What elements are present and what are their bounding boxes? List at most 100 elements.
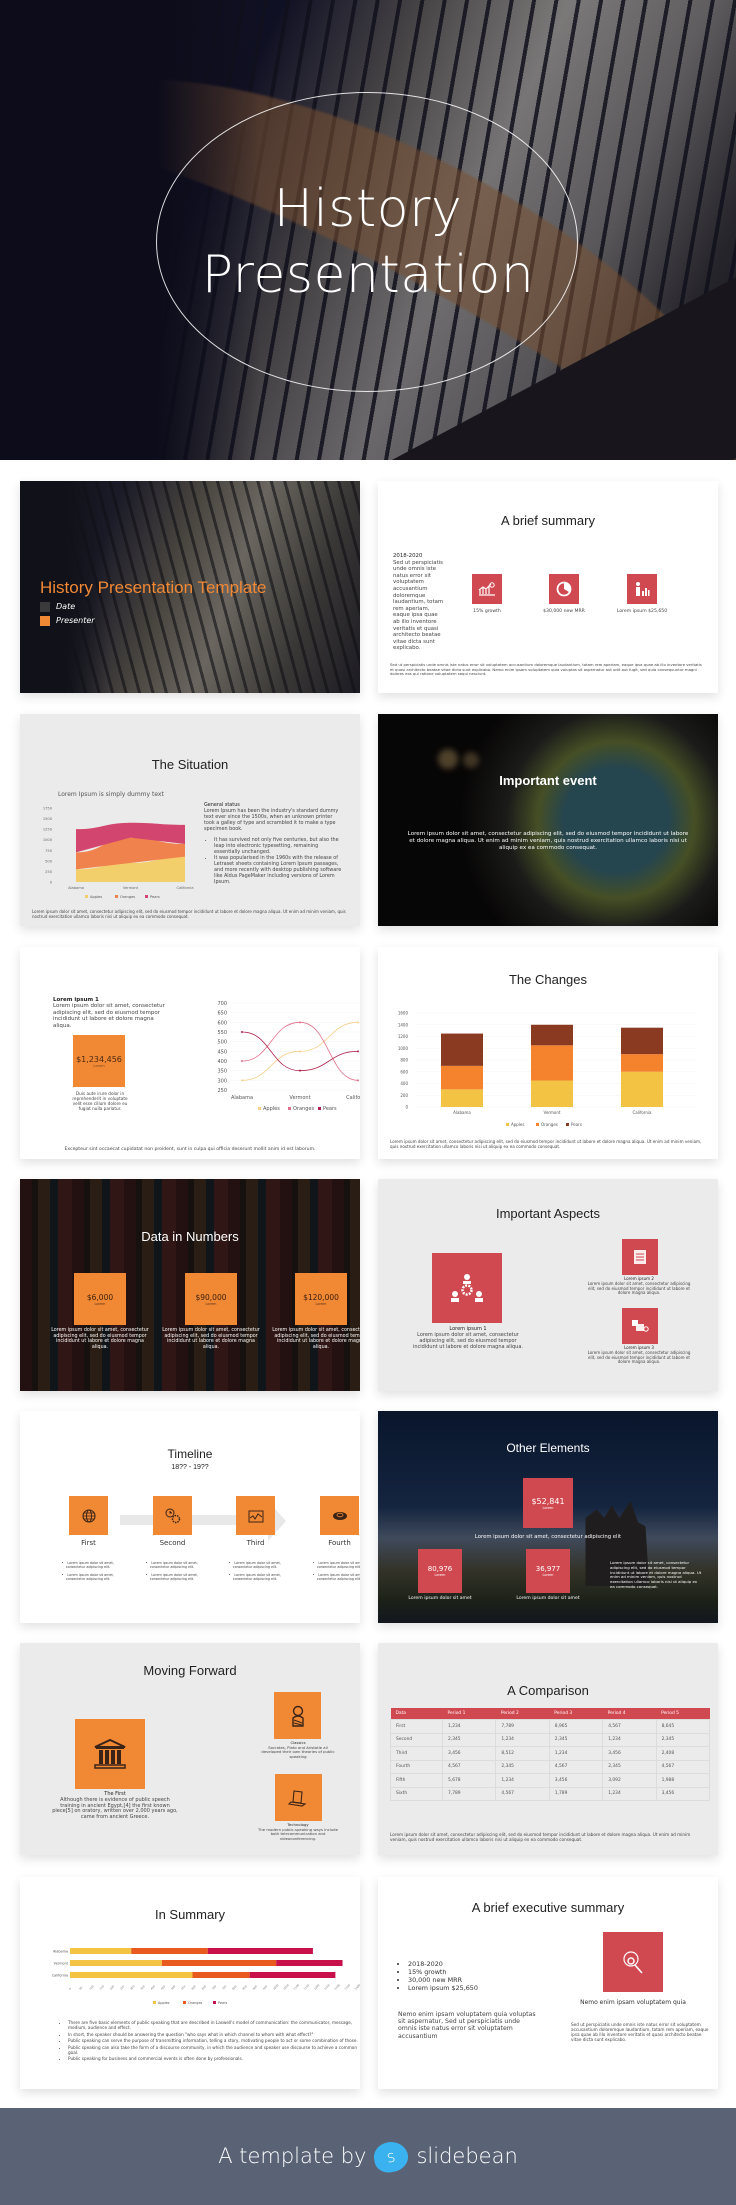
number-box: $90,000 Lorem <box>185 1273 237 1325</box>
slide-important-event[interactable]: Important event Lorem ipsum dolor sit am… <box>378 714 718 926</box>
bar-oranges <box>192 1972 250 1978</box>
x-tick-label: 900 <box>252 1984 259 1991</box>
slide-timeline[interactable]: Timeline 18?? - 19?? First Lorem ipsum do… <box>20 1411 360 1623</box>
y-tick-label: 300 <box>217 1078 227 1084</box>
main-kpi-box: $52,841 Lorem <box>523 1478 573 1528</box>
coin-icon <box>320 1496 359 1535</box>
data-point <box>241 1060 243 1062</box>
slide-title: History Presentation Template <box>40 578 267 597</box>
clock-gear-icon <box>153 1496 192 1535</box>
x-tick-label: 1000 <box>272 1983 280 1991</box>
legend-swatch <box>288 1107 291 1110</box>
slide-title: A brief executive summary <box>471 1900 625 1915</box>
x-tick-label: 700 <box>211 1984 218 1991</box>
x-tick-label: California <box>176 886 193 890</box>
data-point <box>357 1050 359 1053</box>
legend-swatch <box>506 1123 509 1126</box>
y-tick-label: 550 <box>217 1030 227 1036</box>
legend-label: Oranges <box>120 895 135 899</box>
y-tick-label: 250 <box>45 870 53 874</box>
period: 2018-2020 <box>393 553 423 559</box>
network-search-icon <box>603 1932 663 1992</box>
slide-kpi-line[interactable]: Lorem ipsum 1 Lorem ipsum dolor sit amet… <box>20 947 360 1159</box>
x-tick-label: 550 <box>180 1984 187 1991</box>
status-text: Lorem Ipsum has been the industry's stan… <box>204 808 339 832</box>
slide-situation[interactable]: The Situation Lorem Ipsum is simply dumm… <box>20 714 360 926</box>
team-gear-icon <box>432 1253 502 1323</box>
legend-label: Pears <box>150 895 160 899</box>
legend-label: Pears <box>571 1122 582 1127</box>
legend-label: Apples <box>90 895 102 899</box>
intro-text: Sed ut perspiciatis unde omnis iste natu… <box>393 559 444 652</box>
step-bullets: Lorem ipsum dolor sit amet, consectetur … <box>306 1561 360 1585</box>
x-tick-label: 850 <box>241 1984 248 1991</box>
x-tick-label: Vermont <box>123 886 139 890</box>
legend-label: Apples <box>263 1106 280 1112</box>
cover-slide: History Presentation <box>0 0 736 460</box>
step-bullets: Lorem ipsum dolor sit amet, consectetur … <box>222 1561 288 1585</box>
brand-name[interactable]: slidebean <box>416 2144 517 2168</box>
x-tick-label: 1100 <box>292 1983 300 1991</box>
table-row: First 1,234 7,789 8,965 4,567 8,645 <box>389 1719 711 1734</box>
x-tick-label: 450 <box>160 1984 167 1991</box>
x-tick-label: 250 <box>119 1984 126 1991</box>
y-tick-label: 0 <box>50 881 53 885</box>
data-point <box>241 1031 243 1033</box>
legend-label: Pears <box>323 1106 337 1112</box>
footer-text: Sed ut perspiciatis unde omnis iste natu… <box>390 662 702 677</box>
slide-in-summary[interactable]: In Summary Alabama Vermont California 0 50 10… <box>20 1877 360 2089</box>
bar-pears <box>207 1948 313 1954</box>
slidebean-logo-icon[interactable]: s <box>372 2139 411 2175</box>
bar-chart: 0 200 400 600 800 1000 1200 1400 1600 Alabama Verm… <box>398 1011 696 1127</box>
x-tick-label: 0 <box>68 1986 72 1990</box>
bar-pears <box>249 1972 336 1978</box>
bar-pears <box>531 1024 573 1046</box>
legend-swatch <box>318 1107 321 1110</box>
step-label: Second <box>159 1539 186 1547</box>
growth-chart-icon <box>472 574 502 604</box>
legend-swatch <box>566 1123 569 1126</box>
legend-swatch <box>85 895 88 898</box>
x-tick-label: 100 <box>88 1984 95 1991</box>
x-tick-label: 1350 <box>343 1983 351 1991</box>
bullet: It was popularised in the 1960s with the… <box>214 855 344 885</box>
slide-executive-summary[interactable]: A brief executive summary 2018-202015% g… <box>378 1877 718 2089</box>
slide-important-aspects[interactable]: Important Aspects Lorem ipsum 1 Lorem ip… <box>378 1179 718 1391</box>
legend-label: Pears <box>218 2001 227 2005</box>
bar-pears <box>276 1960 343 1966</box>
legend-label: Oranges <box>293 1106 314 1112</box>
y-tick-label: Alabama <box>53 1950 68 1954</box>
slide-brief-summary[interactable]: A brief summary 2018-2020 Sed ut perspic… <box>378 481 718 693</box>
footer-text: Lorem ipsum dolor sit amet, consectetur … <box>32 909 346 919</box>
slide-other-elements[interactable]: Other Elements $52,841 Lorem Lorem ipsum … <box>378 1411 718 1623</box>
x-tick-label: Vermont <box>544 1110 561 1115</box>
summary-bullets: There are five basic elements of public … <box>68 2020 358 2063</box>
date-swatch <box>40 602 50 612</box>
x-tick-label: Alabama <box>453 1110 471 1115</box>
slide-moving-forward[interactable]: Moving Forward The First Although there … <box>20 1643 360 1855</box>
x-tick-label: 800 <box>231 1984 238 1991</box>
slide-data-in-numbers[interactable]: Data in Numbers $6,000 Lorem Lorem ipsum d… <box>20 1179 360 1391</box>
list-item: In short, the speaker should be answerin… <box>68 2032 358 2037</box>
slide-comparison[interactable]: A Comparison Data Period 1 Period 2 Period … <box>378 1643 718 1855</box>
horizontal-bar-chart: AlabamaVermontCalifornia0 50 100 150 200 250 3… <box>52 1948 360 2005</box>
bullet: It has survived not only five centuries,… <box>214 837 344 855</box>
slide-title: Important Aspects <box>495 1206 601 1221</box>
x-tick-label: 600 <box>190 1984 197 1991</box>
table-row: Fifth 5,678 1,234 3,456 3,092 1,988 <box>389 1773 711 1788</box>
y-tick-label: 1000 <box>43 838 53 842</box>
x-tick-label: 400 <box>150 1984 157 1991</box>
bar-oranges <box>131 1948 208 1954</box>
y-tick-label: 1200 <box>398 1034 409 1039</box>
number-caption: Lorem ipsum dolor sit amet, consectetur … <box>51 1328 149 1350</box>
y-tick-label: 650 <box>217 1011 227 1017</box>
cover-title: History Presentation <box>201 179 535 305</box>
slide-title-template[interactable]: History Presentation Template Date Prese… <box>20 481 360 693</box>
footer-text: Lorem ipsum dolor sit amet, consectetur … <box>390 1832 691 1842</box>
text: Lorem ipsum dolor sit amet, consectetur … <box>53 1003 165 1029</box>
slide-changes[interactable]: The Changes 0 200 400 600 800 1000 1200 1400 160… <box>378 947 718 1159</box>
y-tick-label: Vermont <box>54 1962 69 1966</box>
y-tick-label: 500 <box>45 859 53 863</box>
calendar-chart-icon <box>236 1496 275 1535</box>
bar-pears <box>441 1033 483 1066</box>
